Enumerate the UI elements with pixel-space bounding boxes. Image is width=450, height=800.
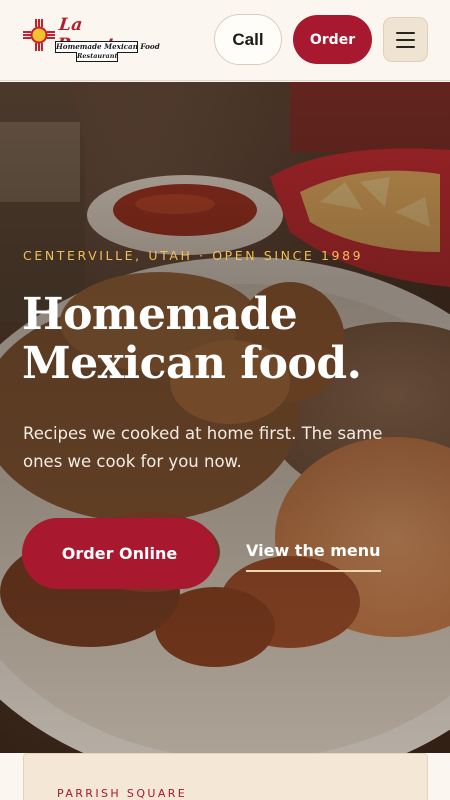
hero-headline: Homemade Mexican food.: [22, 289, 362, 389]
hero-eyebrow: CENTERVILLE, UTAH · OPEN SINCE 1989: [23, 248, 364, 263]
hero-overlay: [0, 82, 450, 753]
hero-lede: Recipes we cooked at home first. The sam…: [23, 424, 383, 471]
order-button[interactable]: Order: [293, 15, 372, 64]
zia-sun-icon: [23, 19, 55, 51]
hero-section: CENTERVILLE, UTAH · OPEN SINCE 1989 Home…: [0, 82, 450, 753]
logo[interactable]: La Puente Homemade Mexican Food Restaura…: [22, 14, 160, 66]
order-online-button[interactable]: Order Online: [22, 518, 217, 589]
view-menu-link[interactable]: View the menu: [246, 541, 381, 572]
location-kicker: PARRISH SQUARE: [57, 787, 188, 800]
hamburger-menu-icon-line: [396, 38, 415, 41]
menu-button[interactable]: [383, 17, 428, 62]
hamburger-menu-icon-line: [396, 45, 415, 48]
call-button[interactable]: Call: [214, 14, 282, 65]
hamburger-menu-icon: [396, 31, 415, 34]
site-header: La Puente Homemade Mexican Food Restaura…: [0, 0, 450, 81]
logo-sub: Restaurant: [76, 52, 118, 62]
location-card: PARRISH SQUARE: [23, 753, 428, 800]
